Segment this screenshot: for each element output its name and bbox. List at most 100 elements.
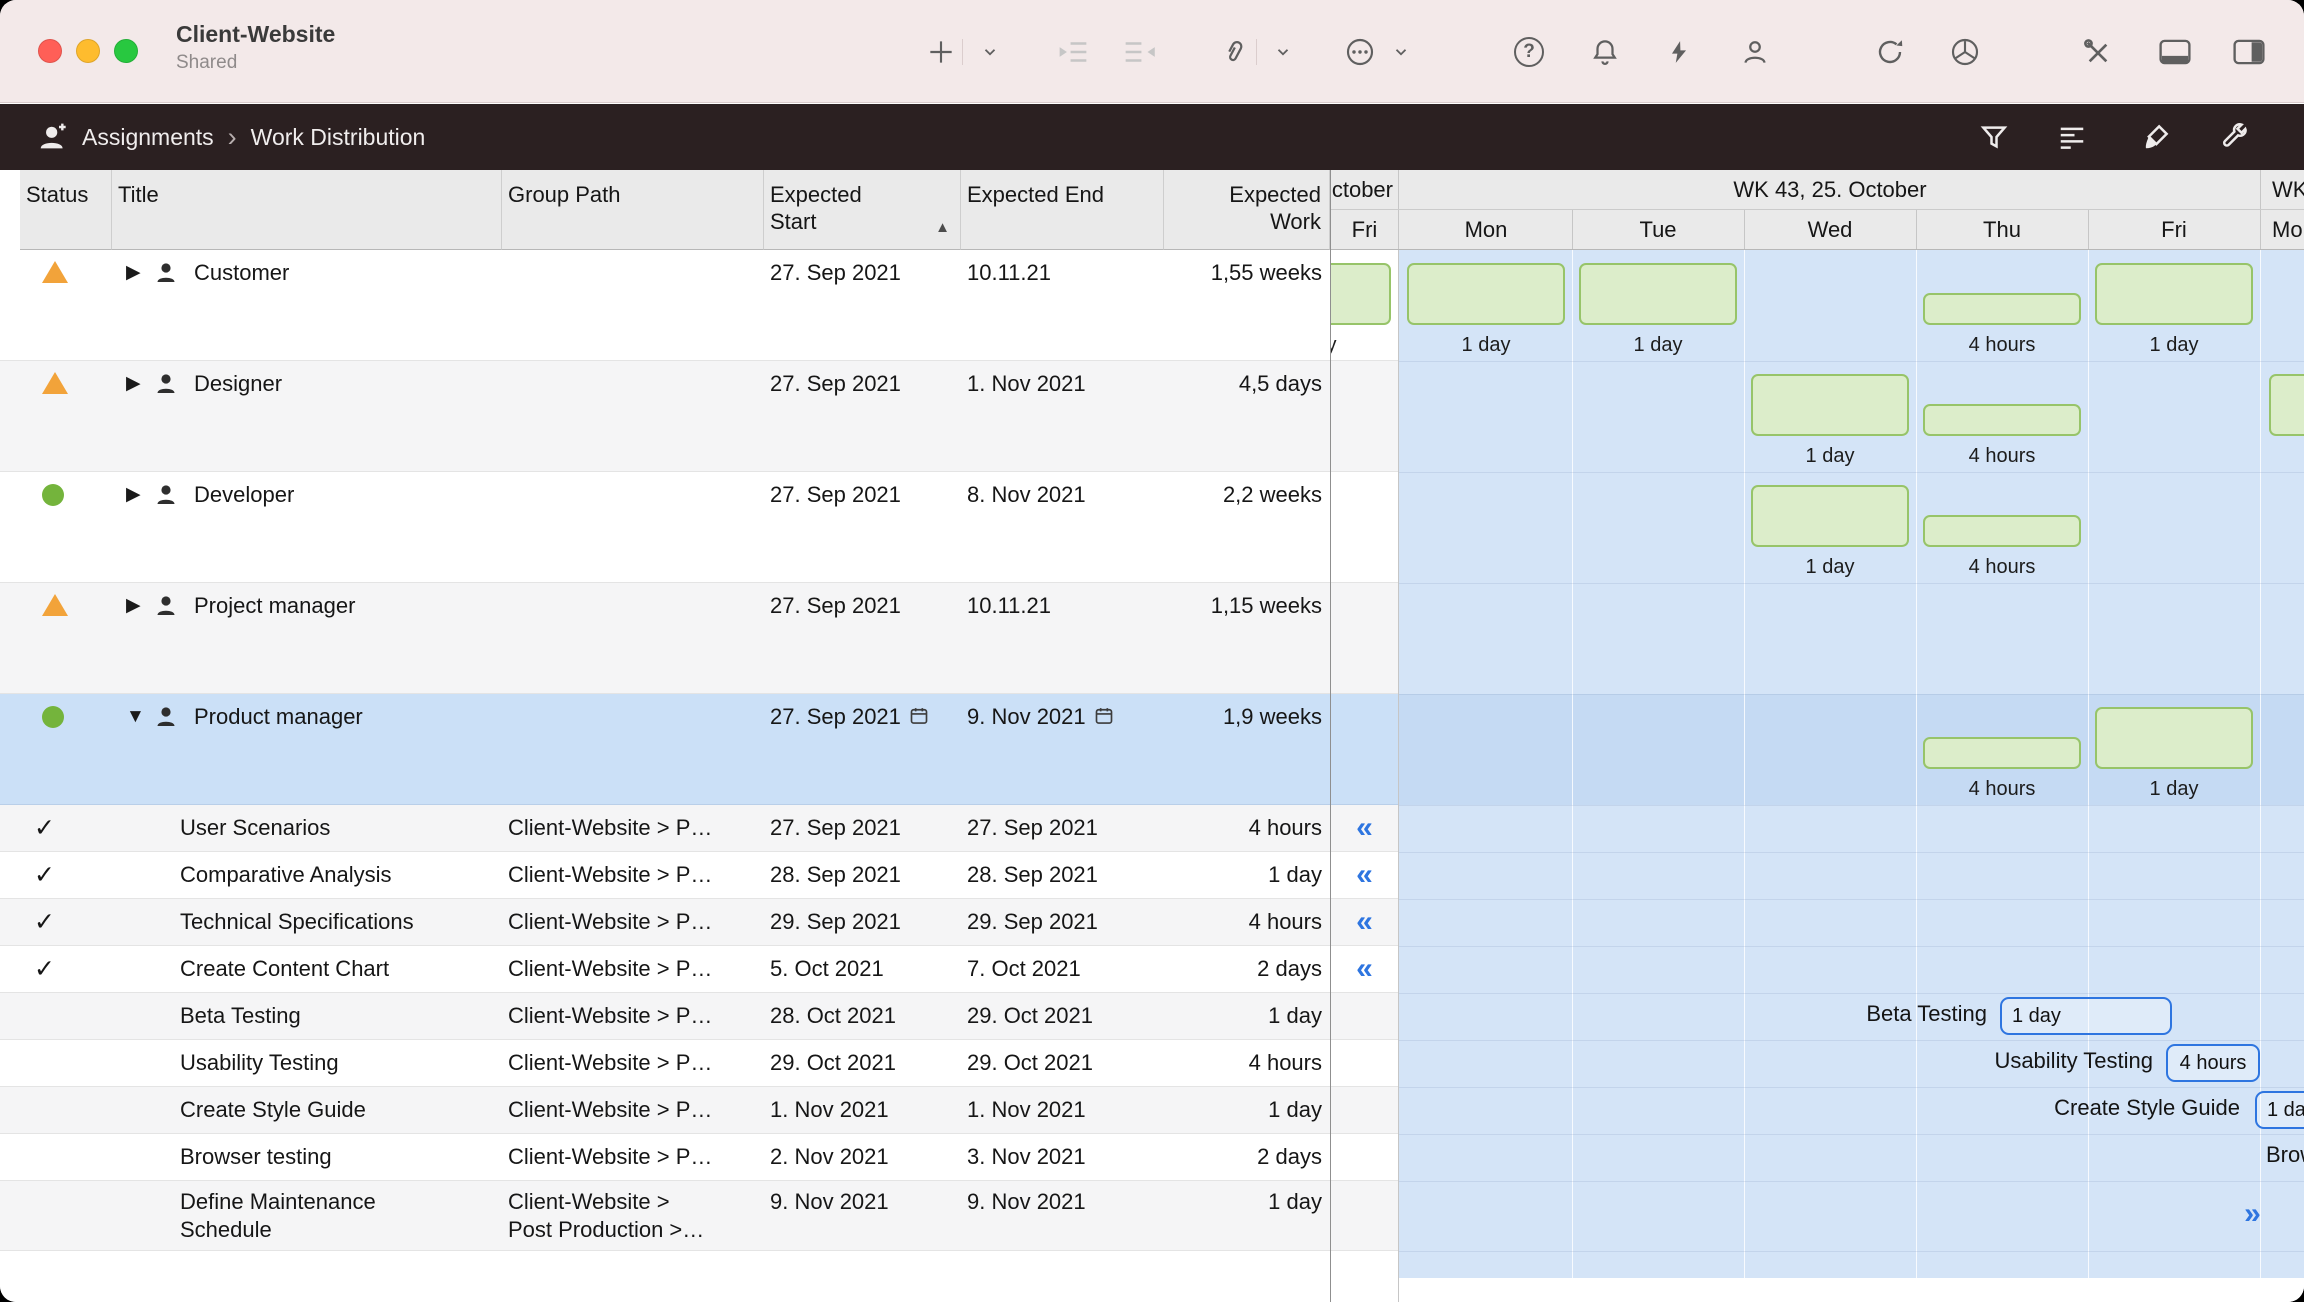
work-value-box[interactable]: 1 day: [2000, 997, 2172, 1035]
end-cell: 8. Nov 2021: [961, 472, 1164, 582]
disclosure-triangle[interactable]: ▼: [126, 702, 150, 732]
task-row[interactable]: ✓ User Scenarios Client-Website > P… 27.…: [0, 805, 1330, 852]
status-cell: [20, 993, 112, 1039]
notifications-button[interactable]: [1582, 27, 1628, 77]
breadcrumb-section[interactable]: Assignments: [82, 124, 214, 151]
task-row[interactable]: ✓ Create Content Chart Client-Website > …: [0, 946, 1330, 993]
work-bar[interactable]: [1330, 263, 1391, 325]
disclosure-triangle[interactable]: ▶: [126, 480, 150, 510]
work-bar[interactable]: [1751, 485, 1909, 547]
work-bar[interactable]: [2095, 263, 2253, 325]
work-bar[interactable]: [1923, 293, 2081, 325]
filter-button[interactable]: [1971, 115, 2017, 159]
column-header-group-path[interactable]: Group Path: [502, 170, 764, 250]
add-dropdown-button[interactable]: [970, 27, 1010, 77]
group-cell: Client-Website > P…: [502, 852, 764, 898]
calendar-icon[interactable]: [909, 706, 929, 726]
column-header-title[interactable]: Title: [112, 170, 502, 250]
add-button[interactable]: [918, 27, 964, 77]
jump-to-task-arrow[interactable]: «: [1339, 953, 1389, 985]
resource-row[interactable]: ▶ Developer 27. Sep 2021 8. Nov 2021 2,2…: [0, 472, 1330, 583]
resources-button[interactable]: [1732, 27, 1778, 77]
task-row[interactable]: Browser testing Client-Website > P… 2. N…: [0, 1134, 1330, 1181]
title-cell: ▶ Project manager: [112, 583, 502, 693]
work-cell: 4 hours: [1164, 805, 1330, 851]
work-bar[interactable]: [1751, 374, 1909, 436]
start-cell: 28. Oct 2021: [764, 993, 961, 1039]
more-actions-button[interactable]: [1337, 27, 1383, 77]
disclosure-triangle[interactable]: ▶: [126, 258, 150, 288]
toggle-bottom-pane-button[interactable]: [2152, 27, 2198, 77]
person-icon: [154, 594, 178, 618]
disclosure-triangle[interactable]: ▶: [126, 369, 150, 399]
resource-row[interactable]: ▶ Customer 27. Sep 2021 10.11.21 1,55 we…: [0, 250, 1330, 361]
more-dropdown-button[interactable]: [1381, 27, 1421, 77]
resource-row[interactable]: ▶ Designer 27. Sep 2021 1. Nov 2021 4,5 …: [0, 361, 1330, 472]
disclosure-triangle[interactable]: ▶: [126, 591, 150, 621]
close-button[interactable]: [38, 39, 62, 63]
work-bar[interactable]: [1923, 515, 2081, 547]
gantt-gutter-column: [1331, 250, 1398, 1251]
resource-row-selected[interactable]: ▼ Product manager 27. Sep 2021 9. Nov 20…: [0, 694, 1330, 805]
start-cell: 28. Sep 2021: [764, 852, 961, 898]
grid-line: [1399, 1251, 2304, 1252]
task-title: Create Style Guide: [112, 1087, 502, 1133]
work-bar[interactable]: [1579, 263, 1737, 325]
title-cell: ▶ Designer: [112, 361, 502, 471]
start-cell: 5. Oct 2021: [764, 946, 961, 992]
outdent-button[interactable]: [1116, 27, 1162, 77]
jump-to-task-arrow[interactable]: «: [1339, 906, 1389, 938]
sync-button[interactable]: [1867, 27, 1913, 77]
work-value-box[interactable]: 1 day: [2255, 1091, 2304, 1129]
task-row[interactable]: Beta Testing Client-Website > P… 28. Oct…: [0, 993, 1330, 1040]
work-bar[interactable]: [1923, 737, 2081, 769]
resource-row[interactable]: ▶ Project manager 27. Sep 2021 10.11.21 …: [0, 583, 1330, 694]
resource-title: Designer: [194, 369, 282, 399]
grid-line: [1399, 1181, 2304, 1182]
work-bar-label: 1 day: [2088, 331, 2260, 359]
toggle-right-pane-button[interactable]: [2226, 27, 2272, 77]
minimize-button[interactable]: [76, 39, 100, 63]
column-header-status[interactable]: Status: [20, 170, 112, 250]
person-icon: [154, 372, 178, 396]
work-bar[interactable]: [1923, 404, 2081, 436]
work-bar-label: 1 day: [1744, 553, 1916, 581]
indent-button[interactable]: [1050, 27, 1096, 77]
work-bar[interactable]: [2095, 707, 2253, 769]
help-button[interactable]: ?: [1506, 27, 1552, 77]
zoom-button[interactable]: [114, 39, 138, 63]
task-row[interactable]: Create Style Guide Client-Website > P… 1…: [0, 1087, 1330, 1134]
tools-button[interactable]: [2074, 27, 2120, 77]
view-options-button[interactable]: [2049, 115, 2095, 159]
row-stripe: [1331, 361, 1398, 472]
activity-button[interactable]: [1656, 27, 1702, 77]
attach-button[interactable]: [1211, 27, 1257, 77]
jump-to-task-arrow[interactable]: «: [1339, 859, 1389, 891]
network-button[interactable]: [1942, 27, 1988, 77]
task-row[interactable]: Usability Testing Client-Website > P… 29…: [0, 1040, 1330, 1087]
day-header-wed: Wed: [1744, 210, 1916, 250]
app-window: Client-Website Shared ?: [0, 0, 2304, 1302]
column-header-expected-start[interactable]: Expected Start ▲: [764, 170, 961, 250]
task-row[interactable]: ✓ Comparative Analysis Client-Website > …: [0, 852, 1330, 899]
work-bar[interactable]: [2269, 374, 2304, 436]
work-value-box[interactable]: 4 hours: [2166, 1044, 2260, 1082]
group-cell: [502, 361, 764, 471]
assignments-icon: [36, 121, 70, 153]
task-row[interactable]: ✓ Technical Specifications Client-Websit…: [0, 899, 1330, 946]
column-header-expected-work[interactable]: Expected Work: [1164, 170, 1330, 250]
column-header-expected-end[interactable]: Expected End: [961, 170, 1164, 250]
grid-line: [1399, 805, 2304, 806]
jump-to-task-arrow[interactable]: »: [2224, 1198, 2280, 1230]
calendar-icon[interactable]: [1094, 706, 1114, 726]
work-bar[interactable]: [1407, 263, 1565, 325]
ok-status-icon: [42, 484, 64, 506]
jump-to-task-arrow[interactable]: «: [1339, 812, 1389, 844]
attach-dropdown-button[interactable]: [1263, 27, 1303, 77]
settings-button[interactable]: [2212, 115, 2258, 159]
task-row[interactable]: Define Maintenance Schedule Client-Websi…: [0, 1181, 1330, 1251]
group-cell: Client-Website > P…: [502, 1040, 764, 1086]
window-subtitle: Shared: [176, 52, 335, 74]
style-brush-button[interactable]: [2133, 115, 2179, 159]
gantt-task-label: Usability Testing: [1994, 1047, 2153, 1075]
